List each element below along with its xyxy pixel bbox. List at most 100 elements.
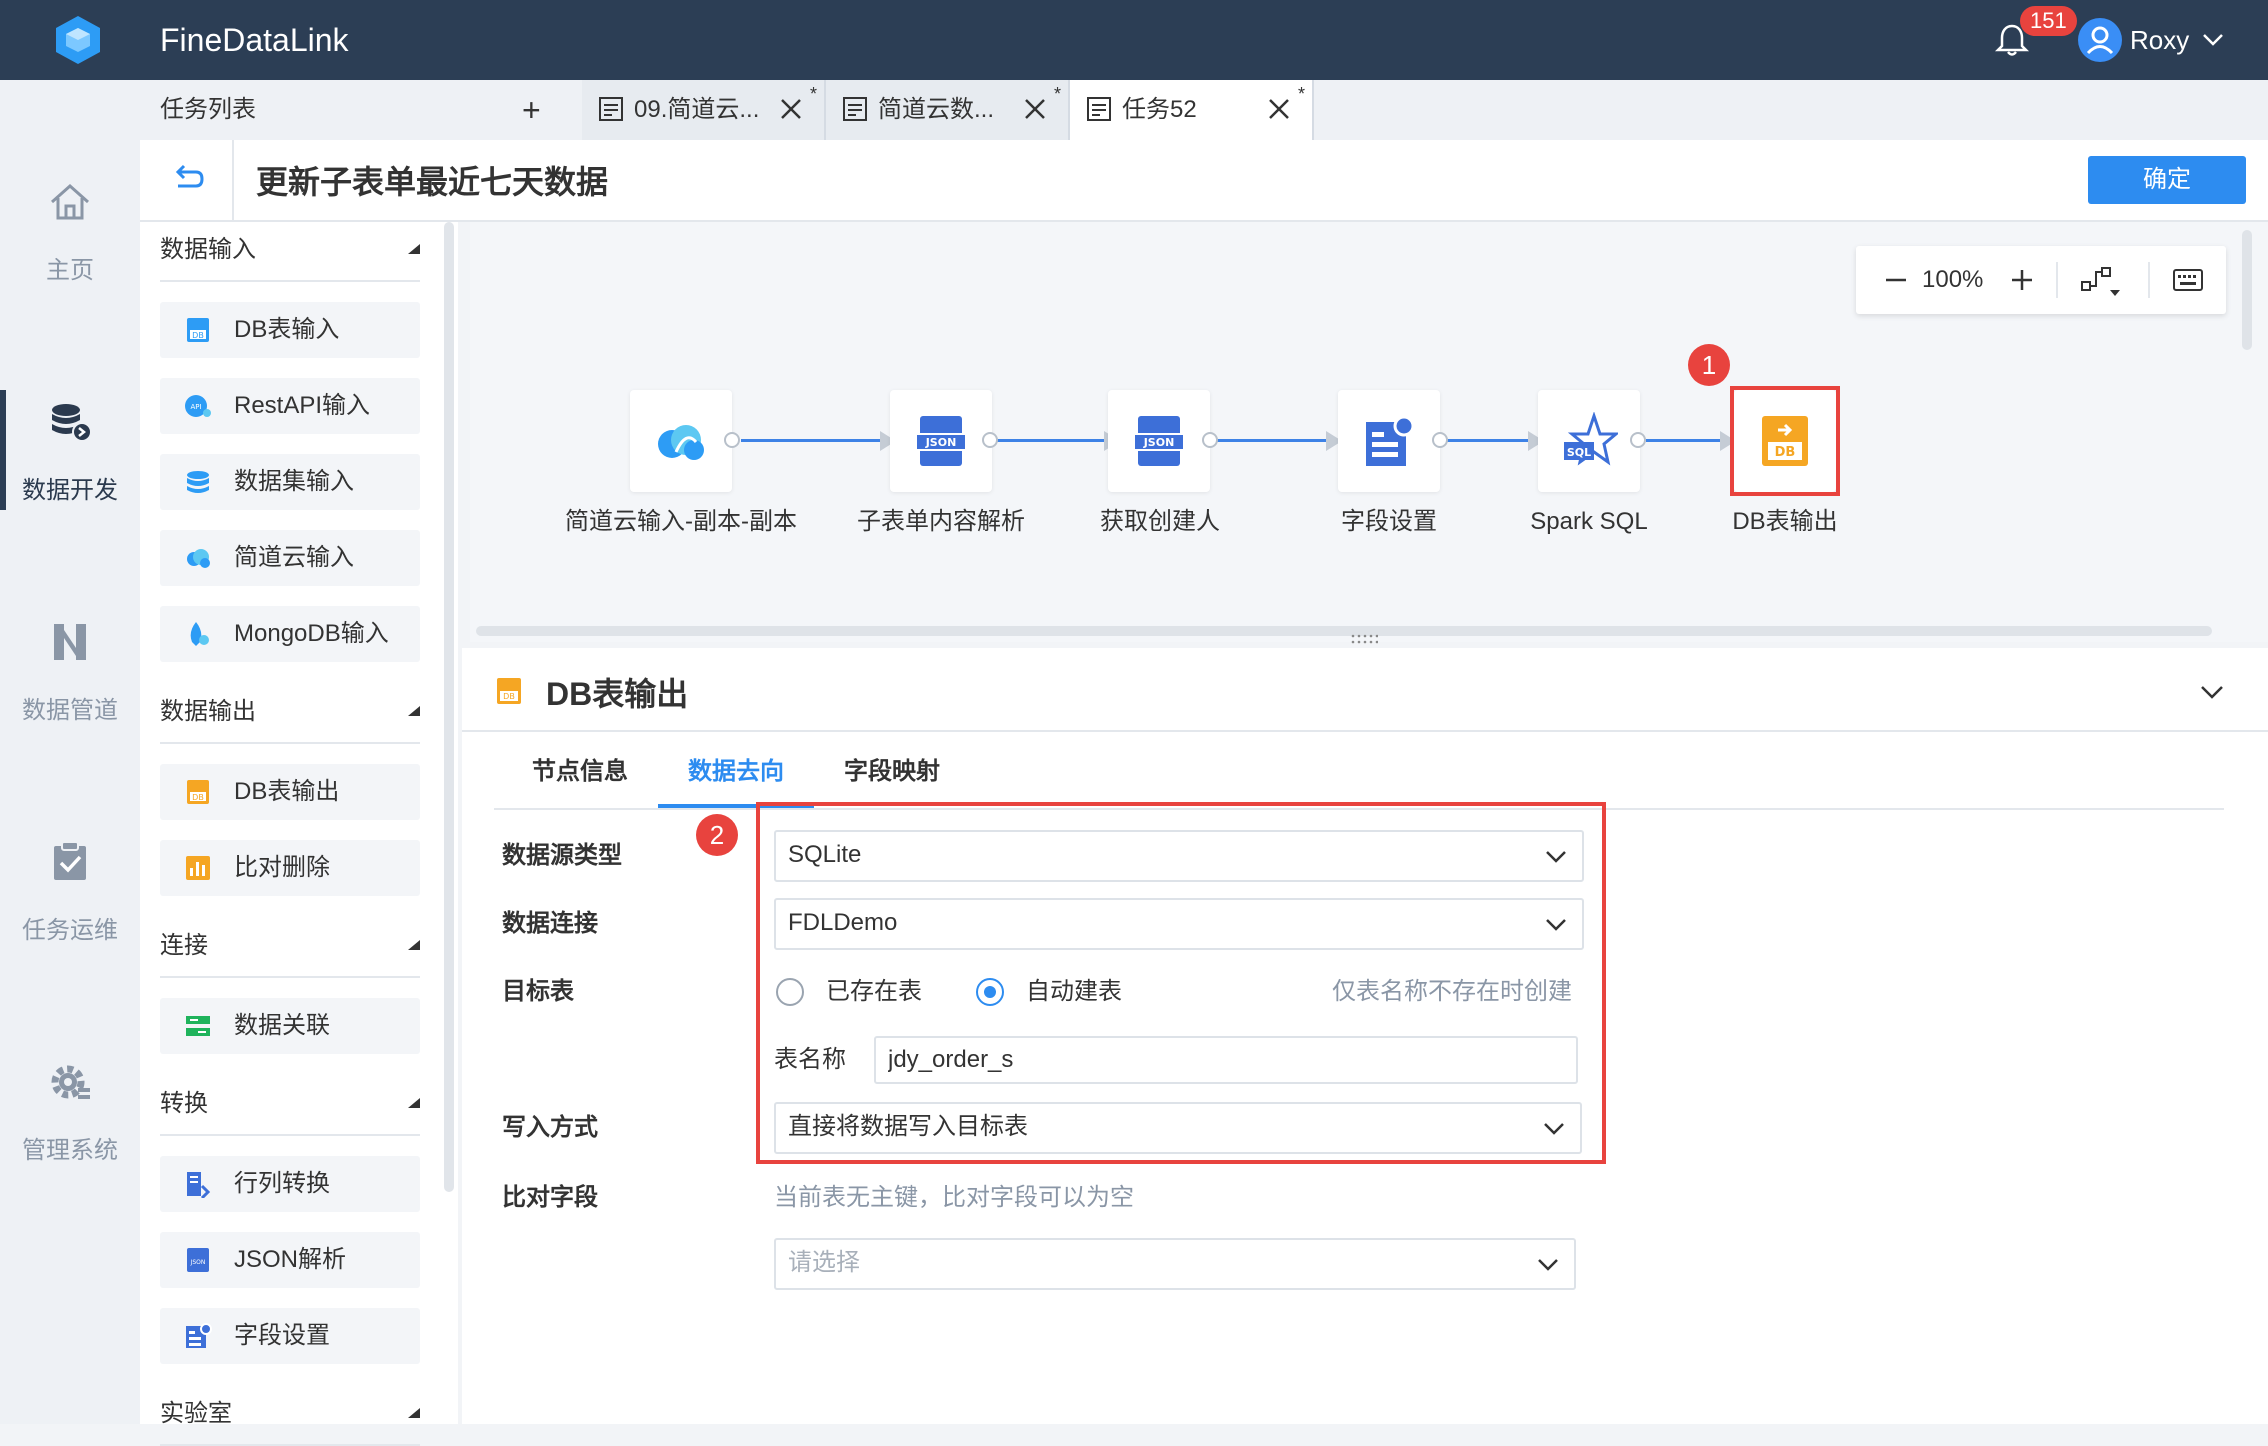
annotation-highlight-box bbox=[756, 802, 1606, 1164]
chevron-down-icon bbox=[1538, 1259, 1558, 1271]
splitter-grip-icon[interactable] bbox=[1350, 634, 1378, 644]
component-label: 数据集输入 bbox=[234, 468, 354, 495]
component-jdy-input[interactable]: 简道云输入 bbox=[160, 530, 420, 586]
annotation-marker-1: 1 bbox=[1688, 344, 1730, 386]
keyboard-icon[interactable] bbox=[2172, 266, 2204, 294]
category-join[interactable]: 连接 bbox=[160, 918, 420, 978]
node-label: DB表输出 bbox=[1732, 508, 1838, 535]
collapse-triangle-icon[interactable] bbox=[408, 1098, 420, 1108]
node-label: Spark SQL bbox=[1530, 508, 1648, 535]
component-mongodb-input[interactable]: MongoDB输入 bbox=[160, 606, 420, 662]
component-db-output[interactable]: DB DB表输出 bbox=[160, 764, 420, 820]
pipeline-icon bbox=[54, 624, 86, 660]
component-compare-delete[interactable]: 比对删除 bbox=[160, 840, 420, 896]
username[interactable]: Roxy bbox=[2130, 20, 2189, 60]
output-port[interactable] bbox=[1630, 432, 1646, 448]
nav-label: 任务运维 bbox=[22, 917, 118, 944]
flow-node-field-settings[interactable] bbox=[1338, 390, 1440, 492]
flow-node-get-creator[interactable]: JSON bbox=[1108, 390, 1210, 492]
tab-task[interactable]: 简道云数... * bbox=[826, 80, 1070, 140]
db-input-icon: DB bbox=[187, 318, 209, 342]
output-port[interactable] bbox=[982, 432, 998, 448]
category-label: 转换 bbox=[160, 1090, 208, 1117]
close-icon[interactable] bbox=[778, 96, 804, 122]
annotation-marker-2: 2 bbox=[696, 814, 738, 856]
component-dataset-input[interactable]: 数据集输入 bbox=[160, 454, 420, 510]
flow-edge[interactable] bbox=[1646, 439, 1720, 442]
component-json-parse[interactable]: JSON JSON解析 bbox=[160, 1232, 420, 1288]
canvas-scrollbar-vertical[interactable] bbox=[2242, 230, 2252, 350]
db-output-icon: DB bbox=[187, 780, 209, 804]
collapse-triangle-icon[interactable] bbox=[408, 244, 420, 254]
chevron-down-icon[interactable] bbox=[2200, 26, 2226, 52]
avatar[interactable] bbox=[2078, 18, 2122, 62]
nav-item-home[interactable]: 主页 bbox=[0, 150, 140, 310]
flow-node-subform-parse[interactable]: JSON bbox=[890, 390, 992, 492]
flow-edge[interactable] bbox=[1216, 439, 1330, 442]
node-label: 获取创建人 bbox=[1100, 508, 1220, 535]
category-data-output[interactable]: 数据输出 bbox=[160, 684, 420, 744]
output-port[interactable] bbox=[1432, 432, 1448, 448]
task-check-icon bbox=[54, 841, 86, 880]
nav-label: 数据管道 bbox=[22, 697, 118, 724]
svg-text:DB: DB bbox=[503, 692, 515, 701]
component-label: DB表输出 bbox=[234, 778, 340, 805]
component-restapi-input[interactable]: API RestAPI输入 bbox=[160, 378, 420, 434]
add-task-button[interactable]: + bbox=[522, 94, 541, 126]
zoom-in-icon[interactable] bbox=[2008, 266, 2036, 294]
category-transform[interactable]: 转换 bbox=[160, 1076, 420, 1136]
zoom-level: 100% bbox=[1922, 266, 1984, 293]
node-label: 子表单内容解析 bbox=[857, 508, 1025, 535]
nav-active-indicator bbox=[0, 390, 6, 510]
nav-item-admin[interactable]: 管理系统 bbox=[0, 1030, 140, 1190]
finedatalink-logo-icon[interactable] bbox=[52, 14, 104, 66]
gear-icon bbox=[51, 1065, 90, 1099]
tab-task[interactable]: 09.简道云... * bbox=[582, 80, 826, 140]
component-panel-scrollbar[interactable] bbox=[444, 222, 454, 1192]
output-port[interactable] bbox=[724, 432, 740, 448]
tab-title: 任务52 bbox=[1122, 96, 1197, 123]
tab-modified-mark: * bbox=[1298, 84, 1306, 104]
auto-layout-icon[interactable] bbox=[2080, 264, 2124, 300]
tab-field-mapping[interactable]: 字段映射 bbox=[844, 752, 940, 792]
user-icon bbox=[2086, 26, 2114, 55]
component-field-settings[interactable]: 字段设置 bbox=[160, 1308, 420, 1364]
svg-text:DB: DB bbox=[192, 793, 204, 802]
tab-data-destination[interactable]: 数据去向 bbox=[688, 752, 784, 792]
node-label: 简道云输入-副本-副本 bbox=[565, 508, 797, 535]
divider bbox=[2148, 262, 2150, 298]
category-data-input[interactable]: 数据输入 bbox=[160, 222, 420, 282]
collapse-triangle-icon[interactable] bbox=[408, 1408, 420, 1418]
close-icon[interactable] bbox=[1022, 96, 1048, 122]
flow-edge[interactable] bbox=[996, 439, 1110, 442]
tab-task-active[interactable]: 任务52 * bbox=[1070, 80, 1314, 140]
compare-field-select[interactable]: 请选择 bbox=[774, 1238, 1576, 1290]
connection-label: 数据连接 bbox=[502, 910, 598, 937]
collapse-triangle-icon[interactable] bbox=[408, 706, 420, 716]
component-row-col-transform[interactable]: 行列转换 bbox=[160, 1156, 420, 1212]
tab-modified-mark: * bbox=[810, 84, 818, 104]
collapse-triangle-icon[interactable] bbox=[408, 940, 420, 950]
nav-item-task-ops[interactable]: 任务运维 bbox=[0, 810, 140, 970]
chevron-down-icon[interactable] bbox=[2198, 678, 2226, 706]
category-lab[interactable]: 实验室 bbox=[160, 1386, 420, 1446]
confirm-button[interactable]: 确定 bbox=[2088, 156, 2246, 204]
flow-node-spark-sql[interactable]: SQL bbox=[1538, 390, 1640, 492]
output-port[interactable] bbox=[1202, 432, 1218, 448]
canvas-scrollbar-horizontal[interactable] bbox=[476, 626, 2212, 636]
task-list-label[interactable]: 任务列表 bbox=[160, 92, 256, 128]
zoom-out-icon[interactable] bbox=[1882, 266, 1910, 294]
component-data-join[interactable]: 数据关联 bbox=[160, 998, 420, 1054]
flow-edge[interactable] bbox=[1446, 439, 1532, 442]
nav-item-pipeline[interactable]: 数据管道 bbox=[0, 590, 140, 750]
tab-node-info[interactable]: 节点信息 bbox=[532, 752, 628, 792]
back-icon[interactable] bbox=[170, 160, 206, 196]
component-db-input[interactable]: DB DB表输入 bbox=[160, 302, 420, 358]
flow-node-jdy-input[interactable] bbox=[630, 390, 732, 492]
nav-label: 管理系统 bbox=[22, 1137, 118, 1164]
close-icon[interactable] bbox=[1266, 96, 1292, 122]
flow-edge[interactable] bbox=[741, 439, 886, 442]
target-table-label: 目标表 bbox=[502, 978, 574, 1005]
page-title: 更新子表单最近七天数据 bbox=[256, 164, 609, 200]
nav-item-data-dev[interactable]: 数据开发 bbox=[0, 370, 140, 530]
